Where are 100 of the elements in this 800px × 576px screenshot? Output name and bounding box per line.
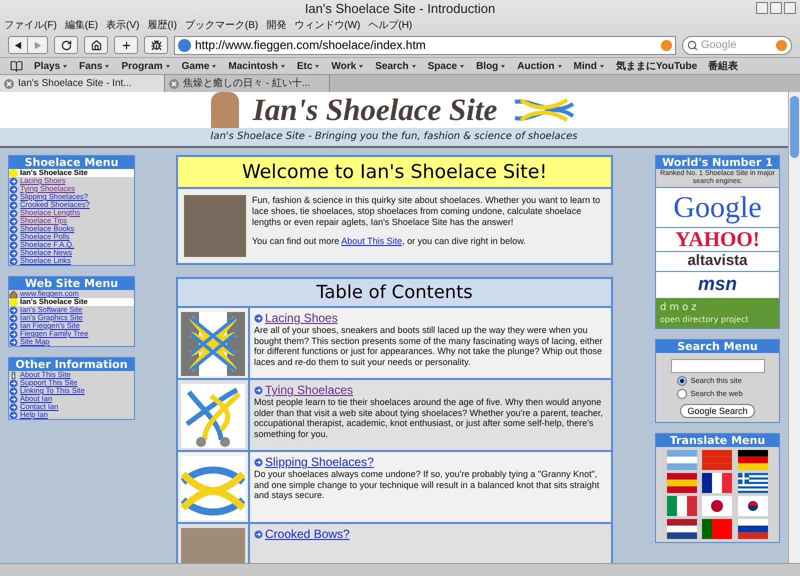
bookmark-item[interactable]: Macintosh [228,58,286,74]
close-icon[interactable] [169,78,179,88]
arrow-circle-icon [9,184,18,194]
flag-icon[interactable] [702,496,732,516]
debug-button[interactable] [144,36,168,54]
menu-item[interactable]: ウィンドウ(W) [294,18,360,33]
browser-tab[interactable]: 焦燥と癒しの日々 - 紅い十... [165,75,330,92]
bookmark-item[interactable]: Blog [476,58,506,74]
arrow-circle-icon [254,386,263,394]
radio-button[interactable] [676,388,686,399]
flag-icon[interactable] [738,450,768,470]
contents-description: Most people learn to tie their shoelaces around the age of five. Why then would anyone older than that visit a web site about tying shoelaces? Whether you're a parent, teacher, occupational therapist, academic, knot enthusiast, or just after some self-help, there's something for you. [254,397,604,439]
flag-icon[interactable] [702,472,732,492]
welcome-text: Fun, fashion & science in this quirky site about shoelaces. Whether you want to learn to lace shoes, tie shoelaces, stop shoelaces from coming undone, calculate shoelace lengths or even repair aglets, Ian's Shoelace Site has the answer! [252,195,602,228]
bookmark-item[interactable]: Mind [574,58,605,74]
bookmark-item[interactable]: Plays [34,58,68,74]
caret-icon [211,64,218,68]
caret-icon [358,64,364,68]
tagline: Ian's Shoelace Site - Bringing you the fun, fashion & science of shoelaces [0,128,788,146]
flag-icon[interactable] [667,518,698,538]
bookmarks-icon[interactable] [10,60,23,72]
caret-icon [598,64,605,68]
close-icon[interactable] [784,2,796,14]
altavista-logo[interactable]: altavista [656,252,779,272]
search-icon [687,40,698,50]
bookmark-item[interactable]: Fans [79,58,110,74]
arrow-circle-icon [9,314,18,322]
minimize-icon[interactable] [756,2,768,14]
contents-link[interactable]: Tying Shoelaces [265,383,354,397]
arrow-circle-icon [9,330,18,338]
home-button[interactable] [84,36,108,54]
panel-header: World's Number 1 [656,156,779,169]
welcome-more-text: You can find out more About This Site, or you can dive right in below. [252,236,527,247]
contents-title: Table of Contents [178,279,611,308]
bookmark-item[interactable]: Program [121,58,171,74]
dmoz-subtitle: open directory project [660,314,749,324]
bookmark-item[interactable]: Space [428,58,466,74]
arrow-circle-icon [9,192,18,202]
menu-item[interactable]: 履歴(I) [147,18,177,33]
bookmark-item[interactable]: Etc [296,58,320,74]
photo-placeholder [184,195,246,257]
menu-item[interactable]: 編集(E) [64,18,98,33]
google-logo[interactable]: Google [656,188,779,228]
radio-button[interactable] [676,376,686,386]
address-field[interactable]: http://www.fieggen.com/shoelace/index.htm [174,36,676,54]
menu-item[interactable]: ヘルプ(H) [368,18,412,33]
bookmark-item[interactable]: 番組表 [708,58,738,74]
msn-logo[interactable]: msn [656,272,779,298]
bookmark-item[interactable]: Search [375,58,417,74]
bookmark-item[interactable]: Game [182,58,218,74]
back-icon [14,40,22,50]
arrow-circle-icon [254,314,263,322]
menu-item[interactable]: 表示(V) [106,18,140,33]
window-title: Ian's Shoelace Site - Introduction [304,0,496,18]
arrow-circle-icon [9,200,18,210]
dot-icon [9,298,18,306]
panel-header: Search Menu [656,340,779,353]
panel-header: Web Site Menu [9,277,134,290]
about-link[interactable]: About This Site [341,236,402,246]
house-icon [90,40,102,50]
bookmark-item[interactable]: Work [331,58,364,74]
search-input[interactable] [670,359,764,373]
contents-link[interactable]: Crooked Bows? [265,527,350,541]
contents-link[interactable]: Lacing Shoes [265,311,338,325]
photo-placeholder [210,92,239,128]
arrow-circle-icon [9,338,18,346]
caret-icon [314,64,320,68]
forward-icon [33,40,42,50]
scroll-thumb[interactable] [790,96,799,158]
bookmark-item[interactable]: Auction [517,58,563,74]
yahoo-logo[interactable]: YAHOO! [656,228,779,252]
flag-icon[interactable] [738,496,768,516]
arrow-circle-icon [254,458,263,466]
arrow-circle-icon [9,394,18,404]
caret-icon [104,64,110,68]
add-button[interactable] [114,36,138,54]
caret-icon [459,64,466,68]
arrow-circle-icon [9,216,18,226]
caret-icon [280,64,286,68]
menu-item[interactable]: ブックマーク(B) [184,18,258,33]
menu-item[interactable]: 開発 [266,18,286,33]
knot-drawing [181,456,245,520]
menu-item[interactable]: ファイル(F) [4,18,57,33]
flag-icon[interactable] [738,472,768,492]
google-search-button[interactable]: Google Search [680,404,755,418]
scrollbar[interactable] [788,92,800,563]
arrow-circle-icon [9,256,18,266]
reload-button[interactable] [54,36,78,54]
bookmark-item[interactable]: 気ままにYouTube [616,58,698,74]
panel-header: Translate Menu [656,434,779,446]
maximize-icon[interactable] [770,2,782,14]
back-forward-button[interactable] [8,36,48,54]
globe-icon [178,38,191,52]
panel-header: Other Information [9,358,134,371]
bug-icon [150,40,162,50]
browser-tab[interactable]: Ian's Shoelace Site - Int... [0,75,165,92]
welcome-title: Welcome to Ian's Shoelace Site! [178,157,611,189]
flag-icon[interactable] [738,518,768,538]
close-icon[interactable] [4,78,14,88]
contents-link[interactable]: Slipping Shoelaces? [265,455,374,469]
